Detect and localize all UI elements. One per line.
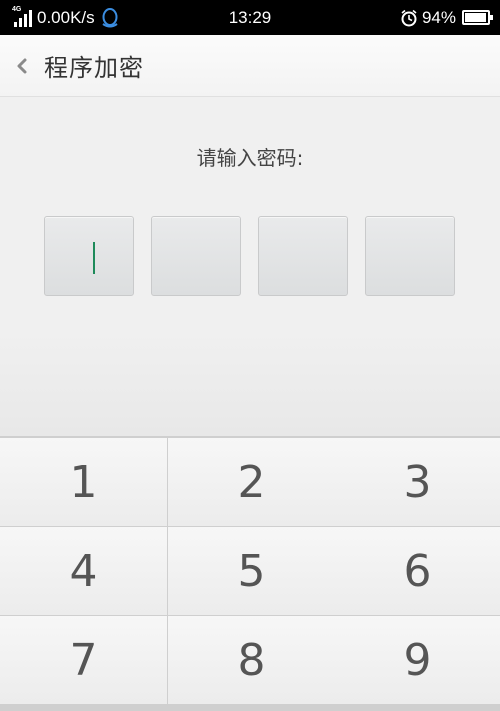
status-bar: 4G 0.00K/s 13:29 94% [0,0,500,35]
pin-box-3[interactable] [258,216,348,296]
app-header: 程序加密 [0,35,500,97]
key-1[interactable]: 1 [0,438,167,526]
network-speed: 0.00K/s [37,7,95,27]
key-7[interactable]: 7 [0,616,167,704]
text-cursor [93,242,95,274]
key-3[interactable]: 3 [335,438,500,526]
key-5[interactable]: 5 [168,527,335,615]
chevron-left-icon [17,58,27,73]
page-title: 程序加密 [44,54,144,82]
key-4[interactable]: 4 [0,527,167,615]
keypad-divider [0,330,500,436]
key-2[interactable]: 2 [168,438,335,526]
numeric-keypad: 1 2 3 4 5 6 7 8 9 [0,436,500,711]
pin-box-1[interactable] [44,216,134,296]
key-6[interactable]: 6 [335,527,500,615]
qq-icon [100,7,120,29]
password-prompt: 请输入密码: [196,146,304,170]
clock: 13:29 [228,7,272,27]
network-type-label: 4G [12,5,22,13]
alarm-icon [400,9,418,27]
back-button[interactable] [0,35,44,97]
key-9[interactable]: 9 [335,616,500,704]
battery-icon [462,10,493,25]
signal-icon: 4G [12,5,32,27]
pin-box-2[interactable] [151,216,241,296]
key-8[interactable]: 8 [168,616,335,704]
pin-box-4[interactable] [365,216,455,296]
battery-percent: 94% [421,7,456,27]
